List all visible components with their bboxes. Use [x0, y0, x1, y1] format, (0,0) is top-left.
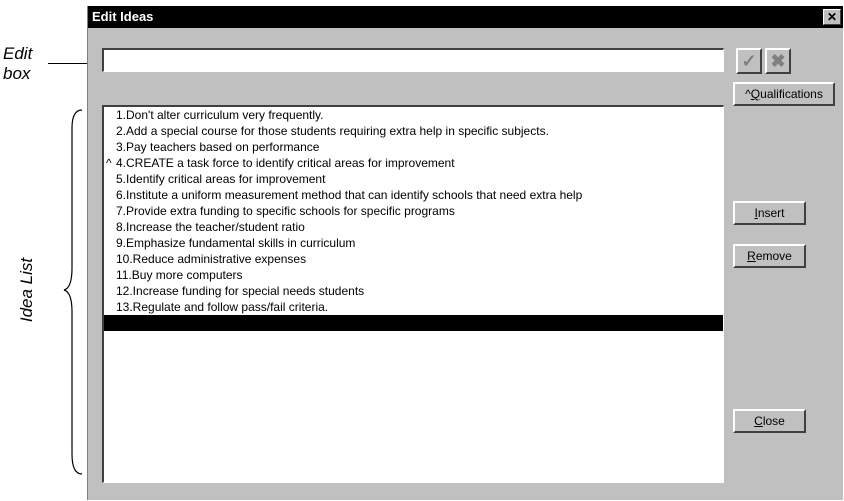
idea-list-item[interactable]: 7.Provide extra funding to specific scho… [104, 203, 723, 219]
close-label: lose [762, 414, 785, 428]
idea-list-item[interactable]: 10.Reduce administrative expenses [104, 251, 723, 267]
idea-list-item[interactable]: ^ 4.CREATE a task force to identify criti… [104, 155, 723, 171]
idea-text: 13.Regulate and follow pass/fail criteri… [116, 300, 329, 314]
qualifications-button[interactable]: ^Qualifications [733, 82, 835, 106]
close-button[interactable]: Close [733, 409, 806, 433]
idea-text: 3.Pay teachers based on performance [116, 140, 320, 154]
title-bar: Edit Ideas ✕ [88, 6, 843, 28]
idea-list-items: 1.Don't alter curriculum very frequently… [104, 107, 723, 331]
insert-label: nsert [757, 206, 785, 220]
edit-box-callout-line1: Edit [3, 44, 33, 63]
idea-text: 12.Increase funding for special needs st… [116, 284, 365, 298]
idea-list-callout: Idea List [17, 257, 36, 323]
idea-list-item[interactable]: 8.Increase the teacher/student ratio [104, 219, 723, 235]
idea-list-item[interactable]: 3.Pay teachers based on performance [104, 139, 723, 155]
accept-edit-button[interactable]: ✓ [736, 48, 762, 74]
idea-edit-box[interactable] [102, 48, 724, 72]
idea-text: 1.Don't alter curriculum very frequently… [116, 108, 324, 122]
idea-list-item[interactable] [104, 315, 723, 331]
remove-label: emove [755, 249, 792, 263]
window-title: Edit Ideas [92, 9, 154, 24]
remove-mnemonic: R [747, 249, 756, 263]
edit-ideas-dialog: Edit Ideas ✕ ✓ ✖ ^Qualifications 1.Don't… [87, 6, 843, 500]
idea-text: 7.Provide extra funding to specific scho… [116, 204, 455, 218]
idea-list-item[interactable]: 5.Identify critical areas for improvemen… [104, 171, 723, 187]
idea-list-item[interactable]: 6.Institute a uniform measurement method… [104, 187, 723, 203]
remove-button[interactable]: Remove [733, 244, 806, 268]
idea-list-item[interactable]: 2.Add a special course for those student… [104, 123, 723, 139]
idea-list[interactable]: 1.Don't alter curriculum very frequently… [102, 105, 724, 483]
close-window-icon[interactable]: ✕ [823, 9, 841, 25]
idea-text: 4.CREATE a task force to identify critic… [116, 156, 455, 170]
idea-text: 10.Reduce administrative expenses [116, 252, 307, 266]
cancel-edit-button[interactable]: ✖ [765, 48, 791, 74]
idea-text: 11.Buy more computers [116, 268, 243, 282]
qualifications-mnemonic: Q [750, 87, 761, 101]
edit-box-callout: Edit box [3, 44, 32, 84]
idea-list-item[interactable]: 1.Don't alter curriculum very frequently… [104, 107, 723, 123]
idea-text: 9.Emphasize fundamental skills in curric… [116, 236, 356, 250]
idea-text: 8.Increase the teacher/student ratio [116, 220, 305, 234]
close-mnemonic: C [754, 414, 763, 428]
idea-list-item[interactable]: 11.Buy more computers [104, 267, 723, 283]
idea-text: 5.Identify critical areas for improvemen… [116, 172, 326, 186]
idea-list-item[interactable]: 12.Increase funding for special needs st… [104, 283, 723, 299]
idea-list-item[interactable]: 13.Regulate and follow pass/fail criteri… [104, 299, 723, 315]
checkmark-icon: ✓ [741, 50, 757, 71]
qualification-marker: ^ [106, 156, 112, 170]
edit-box-callout-line2: box [3, 64, 31, 83]
insert-button[interactable]: Insert [733, 201, 806, 225]
idea-text: 6.Institute a uniform measurement method… [116, 188, 583, 202]
idea-list-item[interactable]: 9.Emphasize fundamental skills in curric… [104, 235, 723, 251]
qualifications-label: ualifications [760, 87, 823, 101]
x-cancel-icon: ✖ [770, 50, 786, 71]
idea-list-bracket [63, 109, 83, 475]
idea-text: 2.Add a special course for those student… [116, 124, 549, 138]
